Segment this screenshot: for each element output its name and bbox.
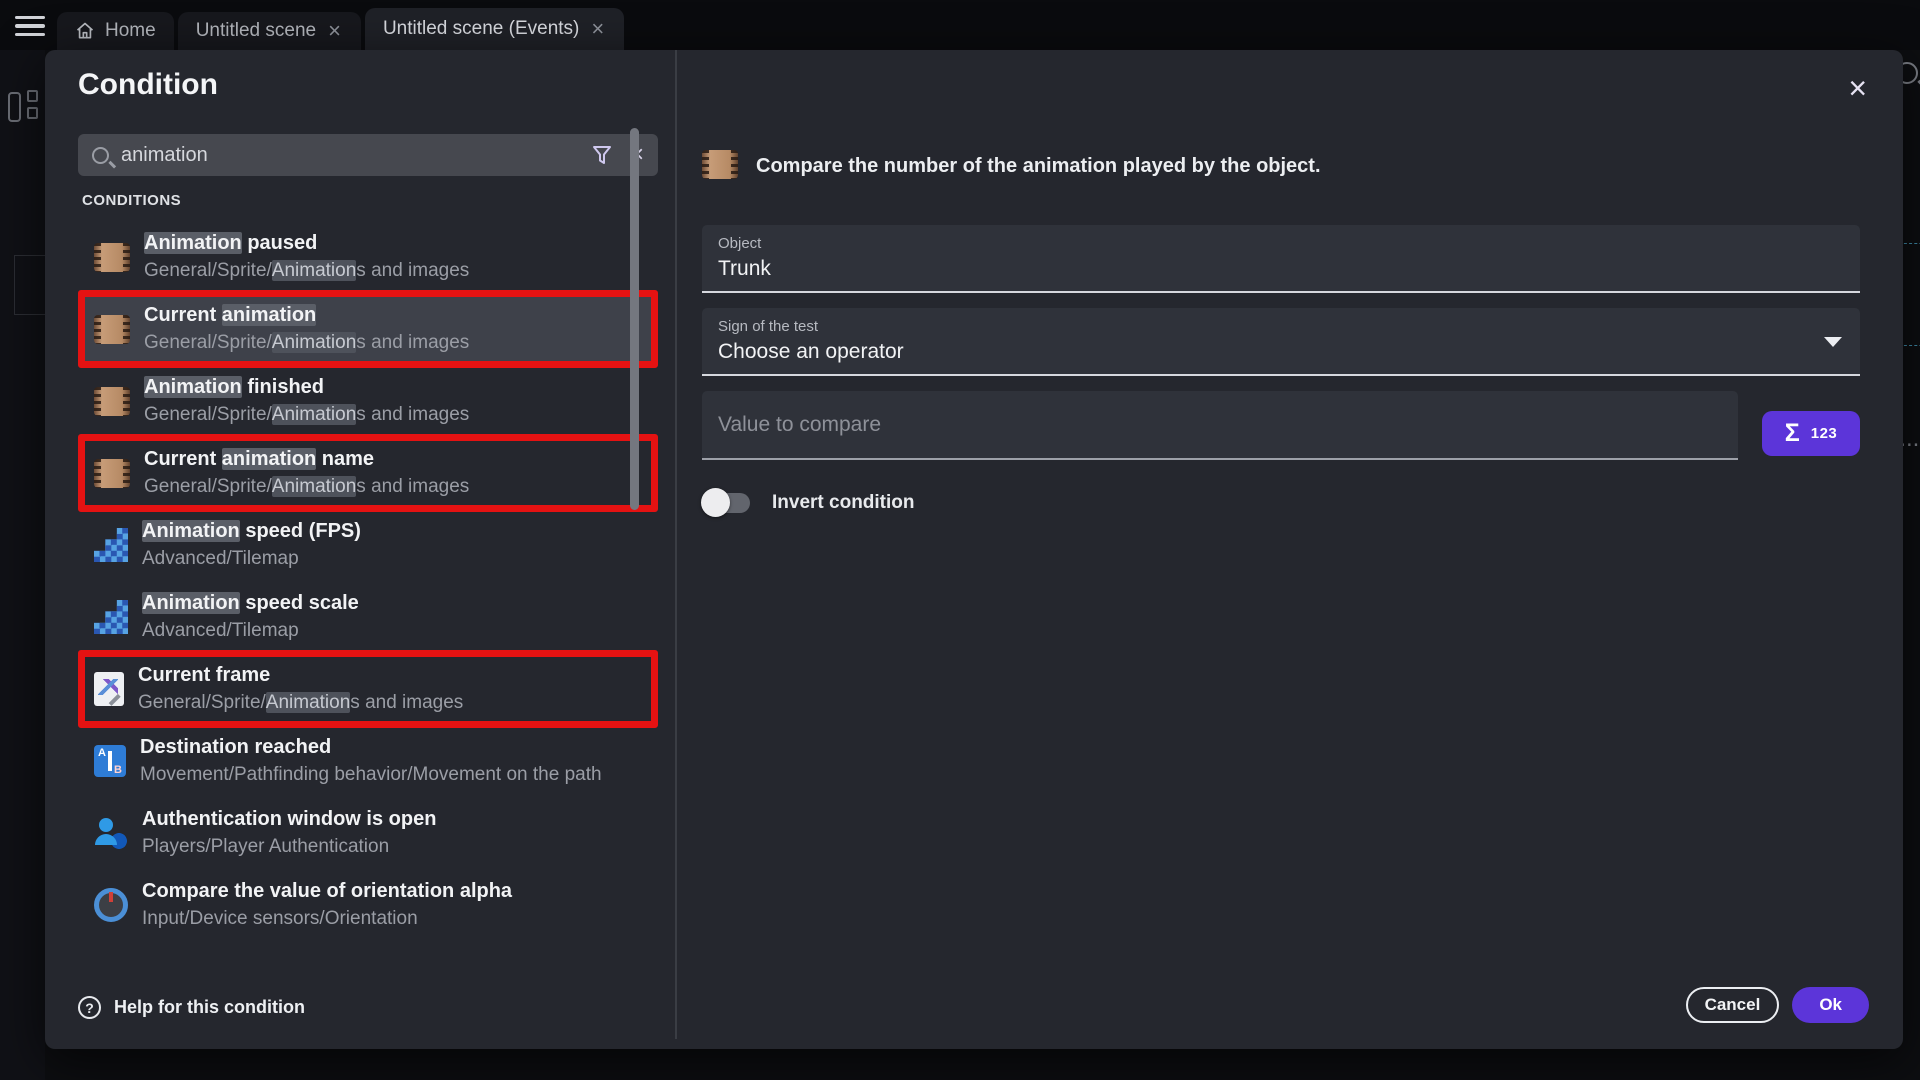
dialog-close-icon[interactable]: × [1848,72,1867,104]
tab-label: Untitled scene (Events) [383,18,579,40]
ok-button[interactable]: Ok [1792,987,1869,1023]
condition-list-item[interactable]: Authentication window is open Players/Pl… [78,797,658,869]
condition-description: Compare the number of the animation play… [756,150,1321,181]
search-icon [92,147,109,164]
condition-title: Current animation [144,301,469,329]
condition-list-item[interactable]: Animation speed scale Advanced/Tilemap [78,581,658,653]
orientation-icon [94,888,128,922]
condition-list-item[interactable]: Animation finished General/Sprite/Animat… [78,365,658,437]
tab-close-icon[interactable]: × [326,20,343,42]
help-link[interactable]: ? Help for this condition [78,996,305,1019]
field-placeholder: Value to compare [718,413,881,437]
pathfinding-icon [94,745,126,777]
condition-list-item[interactable]: Current frame General/Sprite/Animations … [78,653,658,725]
value-to-compare-field[interactable]: Value to compare [702,391,1738,460]
condition-list-item[interactable]: Current animation General/Sprite/Animati… [78,293,658,365]
field-label: Object [718,234,1844,254]
expression-builder-button[interactable]: Σ 123 [1762,411,1860,456]
conditions-pane: × CONDITIONS Animation paused General/Sp… [78,134,674,961]
condition-path: General/Sprite/Animations and images [138,689,463,717]
film-reel-icon [94,243,130,272]
search-input[interactable] [121,144,578,167]
condition-title: Current frame [138,661,463,689]
list-scrollbar[interactable] [630,128,639,510]
film-reel-icon [94,459,130,488]
condition-path: General/Sprite/Animations and images [144,329,469,357]
condition-path: General/Sprite/Animations and images [144,257,469,285]
condition-path: Advanced/Tilemap [142,545,361,573]
condition-title: Animation speed scale [142,589,359,617]
tab-untitled-scene-events[interactable]: Untitled scene (Events) × [365,8,624,50]
condition-list-item[interactable]: Animation speed (FPS) Advanced/Tilemap [78,509,658,581]
tab-label: Untitled scene [196,20,316,42]
tab-label: Home [105,20,156,42]
dialog-title: Condition [78,68,218,102]
numbers-icon: 123 [1811,425,1838,442]
condition-title: Current animation name [144,445,469,473]
condition-list-item[interactable]: Compare the value of orientation alpha I… [78,869,658,941]
help-label: Help for this condition [114,997,305,1018]
object-field[interactable]: Object Trunk [702,225,1860,293]
sigma-icon: Σ [1785,419,1800,448]
condition-path: Input/Device sensors/Orientation [142,905,512,933]
condition-path: Players/Player Authentication [142,833,436,861]
field-label: Sign of the test [718,317,1844,337]
film-reel-icon [94,315,130,344]
condition-title: Authentication window is open [142,805,436,833]
condition-editor-pane: Compare the number of the animation play… [702,150,1860,514]
operator-select[interactable]: Sign of the test Choose an operator [702,308,1860,376]
help-icon: ? [78,996,101,1019]
condition-list-item[interactable]: Current animation name General/Sprite/An… [78,437,658,509]
toggle-knob [701,488,730,517]
condition-path: General/Sprite/Animations and images [144,401,469,429]
cancel-button[interactable]: Cancel [1686,987,1780,1023]
condition-title: Animation finished [144,373,469,401]
pane-divider [675,50,677,1039]
condition-title: Animation paused [144,229,469,257]
condition-path: Movement/Pathfinding behavior/Movement o… [140,761,602,789]
condition-path: General/Sprite/Animations and images [144,473,469,501]
condition-title: Destination reached [140,733,602,761]
invert-condition-label: Invert condition [772,492,915,514]
tab-home[interactable]: Home [57,12,174,50]
filter-icon[interactable] [590,143,614,167]
editor-topbar: Home Untitled scene × Untitled scene (Ev… [0,0,1920,50]
tilemap-icon [94,600,128,634]
player-auth-icon [94,816,128,850]
home-icon [75,21,95,41]
instances-panel-icon[interactable] [8,90,42,126]
field-value: Trunk [718,254,1844,283]
condition-searchbox[interactable]: × [78,134,658,176]
chevron-down-icon [1824,337,1842,347]
condition-title: Compare the value of orientation alpha [142,877,512,905]
invert-condition-toggle[interactable] [704,493,750,513]
condition-path: Advanced/Tilemap [142,617,359,645]
menu-icon[interactable] [15,16,45,36]
section-label: CONDITIONS [82,192,674,209]
tab-close-icon[interactable]: × [589,18,606,40]
condition-list-item[interactable]: Animation paused General/Sprite/Animatio… [78,221,658,293]
film-reel-icon [94,387,130,416]
frame-icon [94,672,124,706]
tab-untitled-scene[interactable]: Untitled scene × [178,12,361,50]
condition-title: Animation speed (FPS) [142,517,361,545]
tilemap-icon [94,528,128,562]
film-reel-icon [702,150,738,179]
screen: Home Untitled scene × Untitled scene (Ev… [0,0,1920,1080]
field-value: Choose an operator [718,337,1844,366]
conditions-list: Animation paused General/Sprite/Animatio… [78,221,674,941]
condition-list-item[interactable]: Destination reached Movement/Pathfinding… [78,725,658,797]
editor-left-strip [0,50,45,1080]
condition-dialog: Condition × × CONDITIONS Animation pause… [45,50,1903,1049]
